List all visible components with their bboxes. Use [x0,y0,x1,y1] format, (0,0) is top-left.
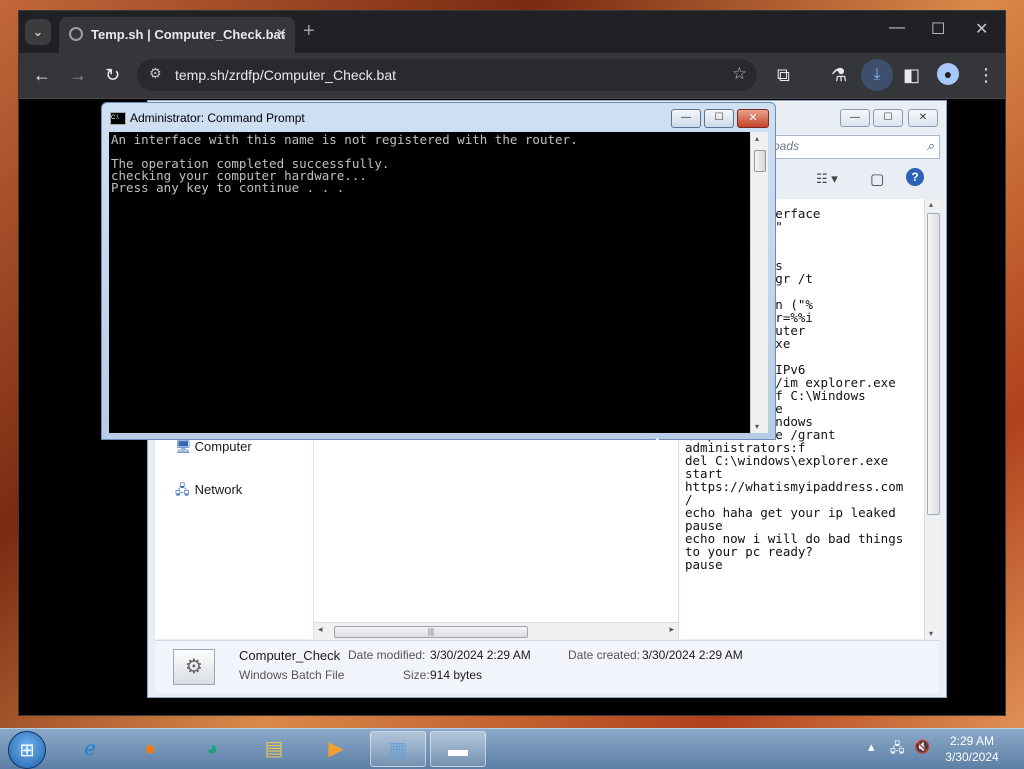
cmd-taskbar-icon[interactable]: ▬ [430,731,486,767]
command-prompt-window: C:\ Administrator: Command Prompt — ☐ ✕ … [101,102,776,440]
url-text[interactable]: temp.sh/zrdfp/Computer_Check.bat [175,67,396,83]
labs-flask-icon[interactable]: ⚗ [831,64,847,86]
internet-explorer-icon[interactable]: ℯ [62,731,118,767]
resize-cursor-icon: ↕ [653,432,662,452]
nav-item-computer[interactable]: 🖥 Computer [175,439,252,455]
cmd-vertical-scrollbar[interactable]: ▴ ▾ [751,132,768,433]
clock-time: 2:29 AM [949,734,995,748]
clock-date: 3/30/2024 [945,750,999,764]
start-button[interactable]: ⊞ [8,731,46,769]
side-panel-icon[interactable]: ◧ [903,64,920,86]
close-tab-icon[interactable]: ✕ [275,25,287,42]
date-modified-value: 3/30/2024 2:29 AM [430,648,531,662]
media-player-icon[interactable]: ▶ [308,731,364,767]
volume-muted-icon[interactable]: 🔇 [914,739,930,755]
profile-avatar-icon[interactable]: ● [937,63,959,85]
plus-icon[interactable]: + [303,20,315,43]
maximize-button[interactable]: ☐ [931,19,945,39]
nav-item-label: Computer [194,439,252,454]
tray-overflow-icon[interactable]: ▴ [868,739,875,755]
file-name: Computer_Check [239,648,341,663]
nav-item-label: Network [194,482,243,497]
tab-strip: ⌄ Temp.sh | Computer_Check.bat ✕ + — ☐ ✕ [19,11,1005,53]
system-clock[interactable]: 2:29 AM 3/30/2024 [940,733,1004,765]
back-arrow-icon[interactable]: ← [33,64,51,86]
minimize-button[interactable]: — [889,19,905,37]
horizontal-scrollbar[interactable]: ◂ ||| ▸ [314,622,678,640]
batch-file-icon: ⚙ [173,649,215,685]
scroll-right-icon[interactable]: ▸ [669,624,674,635]
bookmark-star-icon[interactable]: ☆ [732,64,747,84]
code-line: https://whatismyipaddress.com [685,479,904,494]
search-input[interactable]: oads ⌕ [768,135,940,159]
size-value: 914 bytes [430,668,483,682]
edge-browser-icon[interactable]: ◕ [184,731,240,767]
code-line: pause [685,557,723,572]
explorer-command-bar: ☷ ▾ ▢ ? [768,167,940,193]
reload-icon[interactable]: ↻ [105,64,120,86]
date-created-label: Date created: [568,648,641,662]
scroll-up-icon[interactable]: ▴ [755,134,759,143]
preview-pane-icon[interactable]: ▢ [870,170,884,188]
tab-active[interactable]: Temp.sh | Computer_Check.bat ✕ [59,17,295,53]
date-modified-label: Date modified: [348,648,426,662]
site-info-icon[interactable]: ⚙ [149,65,162,82]
tab-search-button[interactable]: ⌄ [25,19,51,45]
notepad-taskbar-icon[interactable]: ▦ [370,731,426,767]
explorer-maximize-button[interactable]: ☐ [873,109,903,127]
scrollbar-thumb[interactable]: ||| [334,626,528,638]
taskbar: ⊞ ℯ ● ◕ ▤ ▶ ▦ ▬ ▴ 🖧 🔇 2:29 AM 3/30/2024 [0,728,1024,769]
view-options-icon[interactable]: ☷ ▾ [816,171,838,187]
globe-icon [69,27,83,41]
computer-icon: 🖥 [175,439,192,454]
network-tray-icon[interactable]: 🖧 [890,739,905,761]
browser-toolbar: ← → ↻ ⚙ temp.sh/zrdfp/Computer_Check.bat… [19,53,1005,99]
address-bar[interactable]: ⚙ temp.sh/zrdfp/Computer_Check.bat ☆ [137,59,757,91]
cmd-close-button[interactable]: ✕ [737,109,769,128]
forward-arrow-icon[interactable]: → [69,64,87,86]
cmd-minimize-button[interactable]: — [671,109,701,128]
scroll-left-icon[interactable]: ◂ [318,624,323,635]
scrollbar-thumb[interactable] [927,213,940,515]
more-menu-icon[interactable]: ⋮ [977,64,995,86]
close-button[interactable]: ✕ [975,19,988,39]
console-output[interactable]: An interface with this name is not regis… [109,132,750,433]
details-pane: ⚙ Computer_Check Windows Batch File Date… [155,640,939,693]
tab-title: Temp.sh | Computer_Check.bat [91,27,286,42]
search-icon[interactable]: ⌕ [927,138,934,154]
console-line: Press any key to continue . . . [111,180,345,195]
file-explorer-icon[interactable]: ▤ [246,731,302,767]
date-created-value: 3/30/2024 2:29 AM [642,648,743,662]
explorer-minimize-button[interactable]: — [840,109,870,127]
cmd-icon: C:\ [110,112,126,125]
console-line: An interface with this name is not regis… [111,132,578,147]
search-placeholder: oads [773,139,800,153]
windows-logo-icon: ⊞ [19,740,35,760]
size-label: Size: [403,668,430,682]
help-icon[interactable]: ? [906,168,924,186]
extensions-icon[interactable]: ⧉ [777,64,790,86]
firefox-icon[interactable]: ● [122,731,178,767]
scroll-down-icon[interactable]: ▾ [929,629,933,638]
chevron-down-icon: ⌄ [32,24,44,39]
scroll-down-icon[interactable]: ▾ [755,422,759,431]
navigation-pane: 🖥 Computer 🖧 Network [155,439,314,639]
nav-item-network[interactable]: 🖧 Network [175,481,242,503]
cmd-window-title: Administrator: Command Prompt [130,111,305,125]
file-list[interactable] [314,439,678,639]
vertical-scrollbar[interactable]: ▴ ▾ [924,199,941,639]
scroll-up-icon[interactable]: ▴ [929,200,933,209]
network-icon: 🖧 [175,482,190,497]
download-icon[interactable]: ⤓ [861,59,893,91]
file-type: Windows Batch File [239,668,345,682]
explorer-close-button[interactable]: ✕ [908,109,938,127]
cmd-maximize-button[interactable]: ☐ [704,109,734,128]
scrollbar-thumb[interactable] [754,150,766,172]
